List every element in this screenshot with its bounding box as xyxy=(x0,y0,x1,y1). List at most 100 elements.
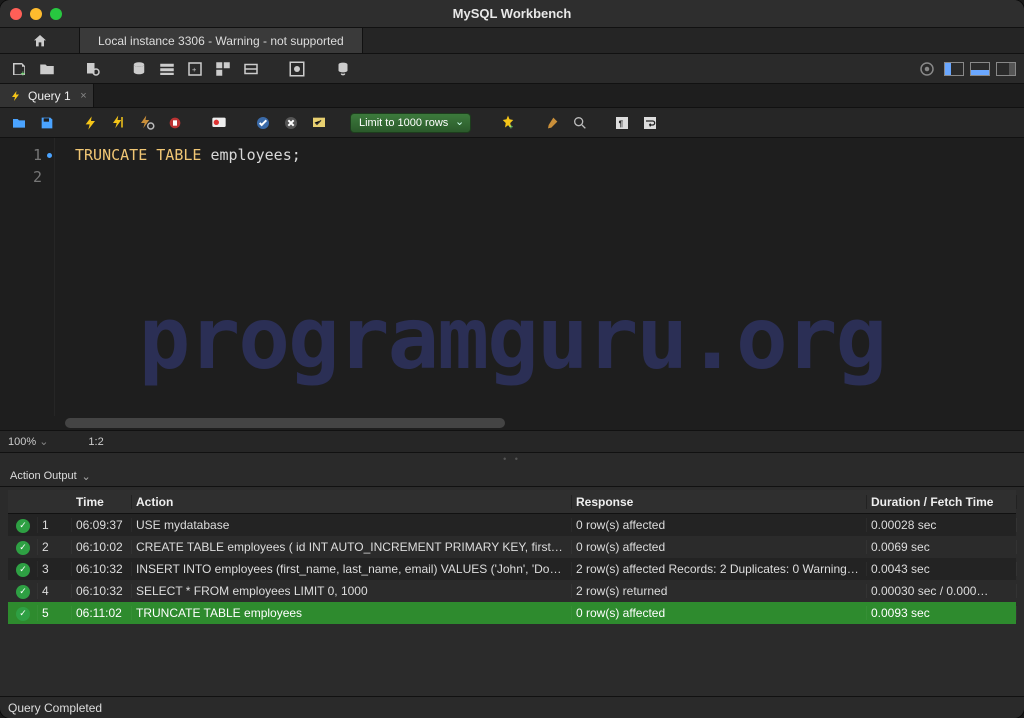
response-cell: 0 row(s) affected xyxy=(572,606,867,620)
col-response[interactable]: Response xyxy=(572,495,867,509)
new-sql-tab-button[interactable]: + xyxy=(8,58,30,80)
db-icon-4[interactable] xyxy=(212,58,234,80)
db-icon-1[interactable] xyxy=(128,58,150,80)
editor-horizontal-scrollbar[interactable] xyxy=(0,416,1024,430)
action-cell: CREATE TABLE employees ( id INT AUTO_INC… xyxy=(132,540,572,554)
time-cell: 06:10:02 xyxy=(72,540,132,554)
duration-cell: 0.0093 sec xyxy=(867,606,1017,620)
response-cell: 2 row(s) affected Records: 2 Duplicates:… xyxy=(572,562,867,576)
output-row[interactable]: ✓106:09:37USE mydatabase0 row(s) affecte… xyxy=(8,514,1016,536)
stop-button[interactable] xyxy=(164,112,186,134)
duration-cell: 0.0043 sec xyxy=(867,562,1017,576)
autocommit-button[interactable] xyxy=(308,112,330,134)
action-cell: USE mydatabase xyxy=(132,518,572,532)
wrap-button[interactable] xyxy=(639,112,661,134)
save-button[interactable] xyxy=(36,112,58,134)
toggle-left-panel[interactable] xyxy=(944,62,964,76)
svg-text:¶: ¶ xyxy=(619,119,624,128)
status-cell: ✓ xyxy=(8,539,38,555)
connection-tab[interactable]: Local instance 3306 - Warning - not supp… xyxy=(80,28,363,53)
zoom-level[interactable]: 100% xyxy=(8,435,48,448)
status-cell: ✓ xyxy=(8,561,38,577)
scrollbar-thumb[interactable] xyxy=(65,418,505,428)
rollback-button[interactable] xyxy=(280,112,302,134)
lightning-icon xyxy=(10,90,22,102)
query-tab-label: Query 1 xyxy=(28,89,71,103)
action-cell: INSERT INTO employees (first_name, last_… xyxy=(132,562,572,576)
output-row[interactable]: ✓ 506:11:02TRUNCATE TABLE employees0 row(… xyxy=(8,602,1016,624)
success-icon: ✓ xyxy=(16,541,30,555)
dashboard-button[interactable] xyxy=(286,58,308,80)
commit-button[interactable] xyxy=(252,112,274,134)
code-area[interactable]: TRUNCATE TABLE employees; xyxy=(55,138,301,416)
output-panel: Time Action Response Duration / Fetch Ti… xyxy=(0,487,1024,645)
sql-editor-panel: 1 2 TRUNCATE TABLE employees; programgur… xyxy=(0,138,1024,453)
status-cell: ✓ xyxy=(8,583,38,599)
db-icon-5[interactable] xyxy=(240,58,262,80)
success-icon: ✓ xyxy=(16,607,30,621)
response-cell: 0 row(s) affected xyxy=(572,540,867,554)
window-title: MySQL Workbench xyxy=(0,6,1024,21)
time-cell: 06:10:32 xyxy=(72,562,132,576)
limit-rows-select[interactable]: Limit to 1000 rows xyxy=(350,113,471,133)
svg-text:+: + xyxy=(192,65,197,74)
output-row[interactable]: ✓ 306:10:32INSERT INTO employees (first_n… xyxy=(8,558,1016,580)
home-icon xyxy=(31,33,49,49)
toggle-invisible-button[interactable]: ¶ xyxy=(611,112,633,134)
col-duration[interactable]: Duration / Fetch Time xyxy=(867,495,1017,509)
index-cell: 2 xyxy=(38,540,72,554)
brush-button[interactable] xyxy=(541,112,563,134)
open-sql-script-button[interactable] xyxy=(36,58,58,80)
time-cell: 06:09:37 xyxy=(72,518,132,532)
success-icon: ✓ xyxy=(16,563,30,577)
col-action[interactable]: Action xyxy=(132,495,572,509)
index-cell: 4 xyxy=(38,584,72,598)
execute-current-button[interactable] xyxy=(108,112,130,134)
db-connect-button[interactable] xyxy=(332,58,354,80)
toggle-bottom-panel[interactable] xyxy=(970,62,990,76)
output-header: Action Output xyxy=(0,465,1024,487)
open-file-button[interactable] xyxy=(8,112,30,134)
sql-editor[interactable]: 1 2 TRUNCATE TABLE employees; programgur… xyxy=(0,138,1024,416)
settings-button[interactable] xyxy=(916,58,938,80)
index-cell: 5 xyxy=(38,606,72,620)
inspector-button[interactable] xyxy=(82,58,104,80)
line-number: 1 xyxy=(0,144,42,166)
stop-on-error-button[interactable] xyxy=(208,112,230,134)
find-button[interactable] xyxy=(569,112,591,134)
index-cell: 1 xyxy=(38,518,72,532)
status-cell: ✓ xyxy=(8,517,38,533)
time-cell: 06:10:32 xyxy=(72,584,132,598)
beautify-button[interactable]: + xyxy=(497,112,519,134)
time-cell: 06:11:02 xyxy=(72,606,132,620)
output-row[interactable]: ✓406:10:32SELECT * FROM employees LIMIT … xyxy=(8,580,1016,602)
titlebar: MySQL Workbench xyxy=(0,0,1024,28)
query-tab-bar: Query 1 × xyxy=(0,84,1024,108)
query-tab[interactable]: Query 1 × xyxy=(0,84,94,107)
main-toolbar: + + xyxy=(0,54,1024,84)
status-text: Query Completed xyxy=(8,701,102,715)
explain-button[interactable] xyxy=(136,112,158,134)
line-number: 2 xyxy=(0,166,42,188)
toggle-right-panel[interactable] xyxy=(996,62,1016,76)
action-cell: TRUNCATE TABLE employees xyxy=(132,606,572,620)
cursor-position: 1:2 xyxy=(88,436,103,448)
output-row[interactable]: ✓ 206:10:02CREATE TABLE employees ( id IN… xyxy=(8,536,1016,558)
split-handle[interactable]: • • xyxy=(0,453,1024,465)
duration-cell: 0.00030 sec / 0.000… xyxy=(867,584,1017,598)
execute-button[interactable] xyxy=(80,112,102,134)
response-cell: 0 row(s) affected xyxy=(572,518,867,532)
output-type-select[interactable]: Action Output xyxy=(6,468,93,484)
index-cell: 3 xyxy=(38,562,72,576)
db-icon-2[interactable] xyxy=(156,58,178,80)
editor-status-bar: 100% 1:2 xyxy=(0,430,1024,452)
editor-toolbar: Limit to 1000 rows + ¶ xyxy=(0,108,1024,138)
svg-text:+: + xyxy=(21,68,26,77)
status-bar: Query Completed xyxy=(0,696,1024,718)
close-tab-icon[interactable]: × xyxy=(80,90,86,102)
home-tab[interactable] xyxy=(0,28,80,53)
col-time[interactable]: Time xyxy=(72,495,132,509)
db-icon-3[interactable]: + xyxy=(184,58,206,80)
duration-cell: 0.0069 sec xyxy=(867,540,1017,554)
connection-tab-bar: Local instance 3306 - Warning - not supp… xyxy=(0,28,1024,54)
